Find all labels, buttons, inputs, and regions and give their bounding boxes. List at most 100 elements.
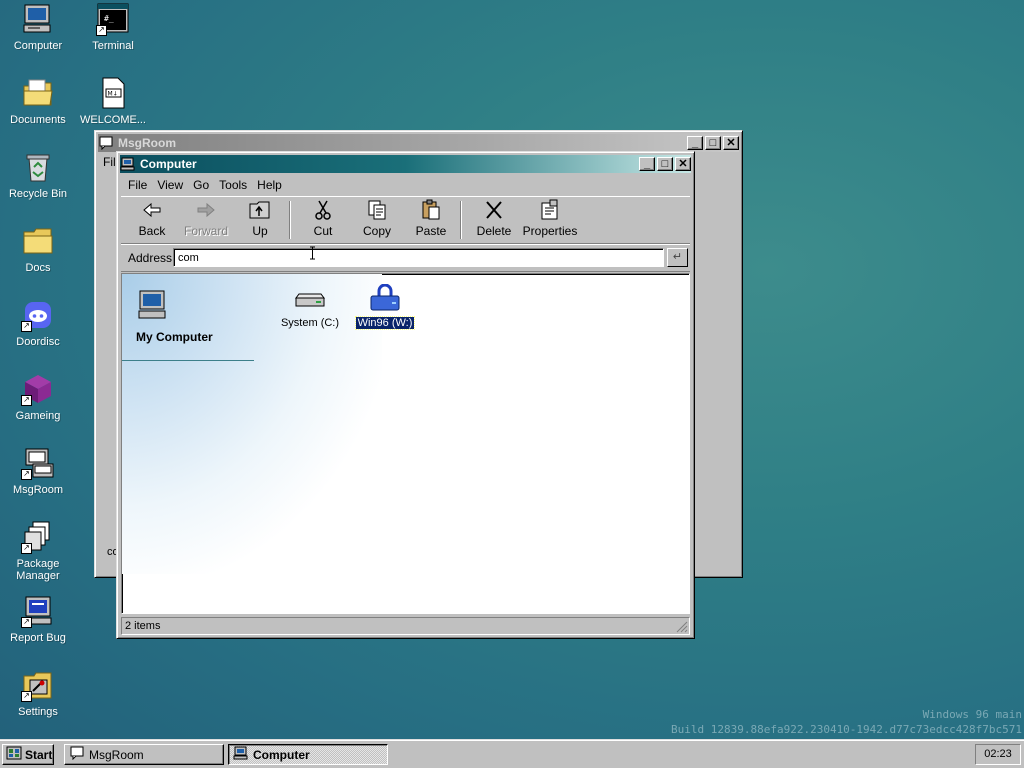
menu-help[interactable]: Help — [252, 178, 287, 192]
text-cursor-icon — [309, 246, 316, 260]
desktop-icon-report-bug[interactable]: ↗ Report Bug — [0, 594, 76, 644]
maximize-button[interactable]: □ — [705, 136, 721, 150]
copy-button[interactable]: Copy — [350, 199, 404, 238]
drive-item-win96[interactable]: Win96 (W:) — [348, 283, 422, 330]
terminal-icon: #_ ↗ — [96, 2, 130, 36]
desktop-icon-welcome[interactable]: M↓ WELCOME... — [75, 76, 151, 126]
address-input[interactable]: com — [173, 248, 664, 267]
terminal-prompt: #_ — [104, 14, 114, 23]
hard-drive-icon — [293, 288, 327, 314]
forward-button[interactable]: Forward — [179, 199, 233, 238]
file-view[interactable]: My Computer System (C:) Win96 (W:) — [121, 273, 690, 614]
resize-grip-icon[interactable] — [676, 621, 688, 633]
menu-file[interactable]: File — [123, 178, 152, 192]
desktop-icon-documents[interactable]: Documents — [0, 76, 76, 126]
delete-label: Delete — [476, 224, 512, 238]
status-bar: 2 items — [121, 617, 690, 635]
documents-folder-icon — [21, 76, 55, 110]
start-logo-icon — [6, 746, 22, 763]
desktop-icon-package-manager[interactable]: ↗ Package Manager — [0, 520, 76, 582]
desktop-icon-label: Report Bug — [10, 632, 66, 644]
desktop-icon-label: Doordisc — [16, 336, 60, 348]
shortcut-arrow-icon: ↗ — [21, 543, 32, 554]
desktop-icon-label: Documents — [10, 114, 66, 126]
computer-window[interactable]: Computer _ □ ✕ File View Go Tools Help B… — [116, 151, 695, 639]
up-button[interactable]: Up — [233, 199, 287, 238]
build-watermark-line2: Build 12839.88efa922.230410-1942.d77c73e… — [671, 723, 1022, 736]
menu-view[interactable]: View — [152, 178, 188, 192]
paste-button[interactable]: Paste — [404, 199, 458, 238]
enter-arrow-icon: ↵ — [672, 251, 683, 263]
desktop-icon-doordisc[interactable]: ↗ Doordisc — [0, 298, 76, 348]
build-watermark-line1: Windows 96 main — [922, 708, 1022, 721]
delete-x-icon — [482, 199, 506, 221]
msgroom-task-icon — [69, 746, 85, 763]
taskbar-item-label: Computer — [253, 747, 310, 762]
taskbar: Start MsgRoom Computer 02:23 — [0, 739, 1024, 768]
markdown-file-icon: M↓ — [96, 76, 130, 110]
minimize-button[interactable]: _ — [639, 157, 655, 171]
side-panel-title: My Computer — [136, 330, 213, 344]
msgroom-titlebar[interactable]: MsgRoom _ □ ✕ — [98, 134, 739, 152]
folder-icon — [21, 224, 55, 258]
up-folder-icon — [248, 199, 272, 221]
desktop-icon-msgroom[interactable]: ↗ MsgRoom — [0, 446, 76, 496]
scissors-icon — [311, 199, 335, 221]
desktop-icon-recycle-bin[interactable]: Recycle Bin — [0, 150, 76, 200]
desktop-icon-computer[interactable]: Computer — [0, 2, 76, 52]
toolbar-separator — [460, 201, 462, 239]
desktop-icon-label: WELCOME... — [79, 114, 146, 126]
game-cube-icon: ↗ — [21, 372, 55, 406]
desktop-icon-terminal[interactable]: #_ ↗ Terminal — [75, 2, 151, 52]
close-icon: ✕ — [678, 158, 688, 170]
delete-button[interactable]: Delete — [467, 199, 521, 238]
desktop-icon-label: Settings — [18, 706, 58, 718]
computer-titlebar[interactable]: Computer _ □ ✕ — [120, 155, 691, 173]
desktop-icon-label: Terminal — [92, 40, 134, 52]
taskbar-item-computer[interactable]: Computer — [228, 744, 388, 765]
drive-label: System (C:) — [280, 317, 340, 329]
drive-item-system[interactable]: System (C:) — [273, 288, 347, 329]
package-manager-icon: ↗ — [21, 520, 55, 554]
copy-icon — [365, 199, 389, 221]
toolbar-separator — [289, 201, 291, 239]
properties-label: Properties — [522, 224, 578, 238]
forward-arrow-icon — [194, 199, 218, 221]
computer-icon — [21, 2, 55, 36]
minimize-button[interactable]: _ — [687, 136, 703, 150]
properties-icon — [538, 199, 562, 221]
back-arrow-icon — [140, 199, 164, 221]
drive-label: Win96 (W:) — [354, 316, 416, 330]
desktop-icon-label: MsgRoom — [12, 484, 64, 496]
desktop-icon-gameing[interactable]: ↗ Gameing — [0, 372, 76, 422]
minimize-icon: _ — [691, 137, 699, 149]
msgroom-title: MsgRoom — [118, 136, 176, 150]
system-tray-clock[interactable]: 02:23 — [975, 744, 1021, 765]
maximize-icon: □ — [709, 137, 717, 149]
desktop-icon-settings[interactable]: ↗ Settings — [0, 668, 76, 718]
close-button[interactable]: ✕ — [723, 136, 739, 150]
msgroom-title-icon — [98, 136, 114, 151]
taskbar-item-msgroom[interactable]: MsgRoom — [64, 744, 224, 765]
paste-label: Paste — [415, 224, 447, 238]
file-badge: M↓ — [108, 91, 118, 98]
back-button[interactable]: Back — [125, 199, 179, 238]
menu-bar: File View Go Tools Help — [123, 176, 688, 194]
close-button[interactable]: ✕ — [675, 157, 691, 171]
desktop-icon-label: Docs — [25, 262, 51, 274]
start-button[interactable]: Start — [2, 744, 54, 765]
start-label: Start — [25, 747, 53, 762]
maximize-button[interactable]: □ — [657, 157, 673, 171]
menu-tools[interactable]: Tools — [214, 178, 252, 192]
shortcut-arrow-icon: ↗ — [21, 469, 32, 480]
side-panel-divider — [122, 360, 254, 361]
menu-go[interactable]: Go — [188, 178, 214, 192]
cut-label: Cut — [313, 224, 333, 238]
desktop-icon-docs[interactable]: Docs — [0, 224, 76, 274]
properties-button[interactable]: Properties — [515, 199, 585, 238]
cut-button[interactable]: Cut — [296, 199, 350, 238]
address-go-button[interactable]: ↵ — [667, 248, 688, 267]
desktop-icon-label: Computer — [13, 40, 63, 52]
address-label: Address — [128, 251, 173, 265]
status-text: 2 items — [125, 620, 161, 632]
